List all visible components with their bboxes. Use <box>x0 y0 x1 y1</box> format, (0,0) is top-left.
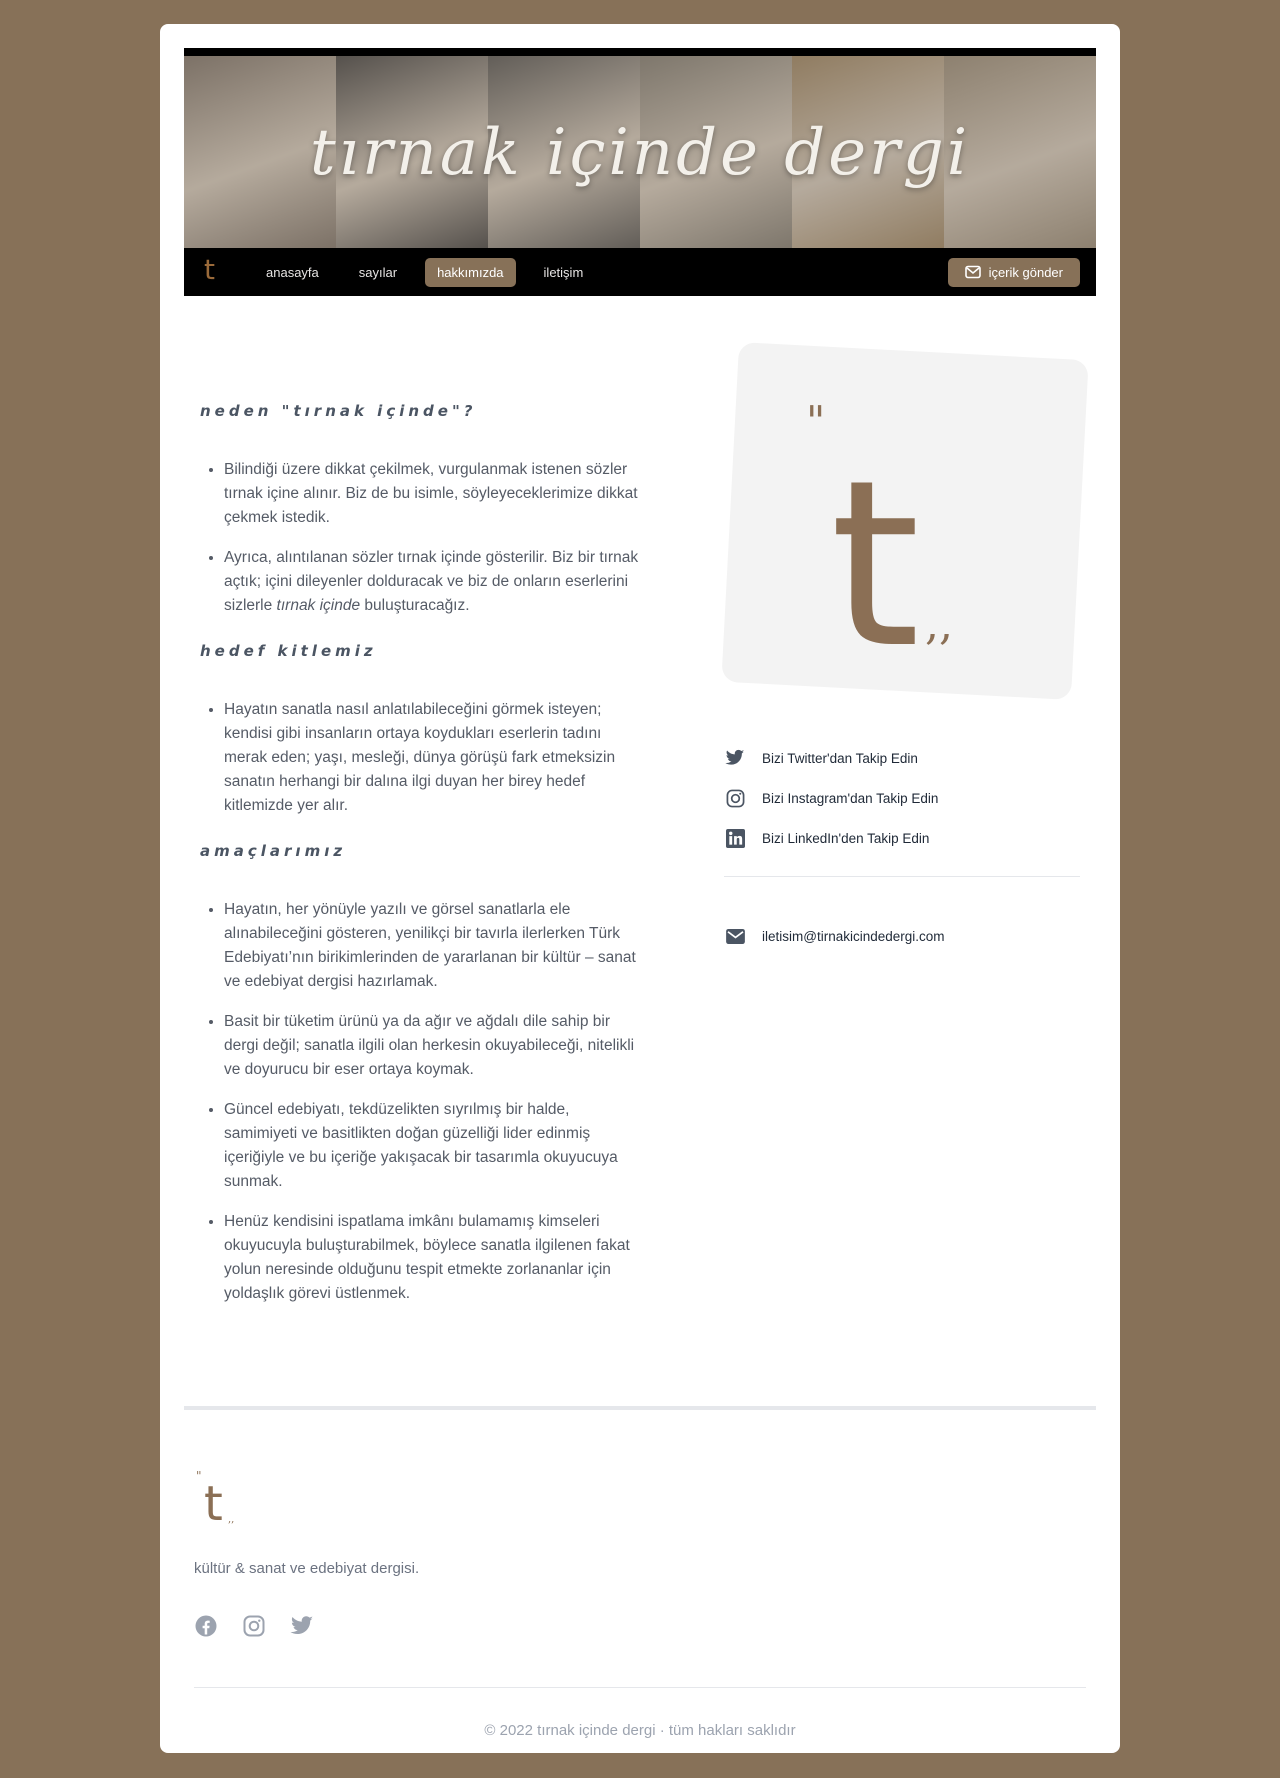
footer-tagline: kültür & sanat ve edebiyat dergisi. <box>194 1560 420 1577</box>
nav-item-iletisim[interactable]: iletişim <box>532 258 596 287</box>
list-item: Hayatın, her yönüyle yazılı ve görsel sa… <box>224 898 645 994</box>
nav-logo-text: t <box>204 253 215 286</box>
list-item: Bilindiği üzere dikkat çekilmek, vurgula… <box>224 458 645 530</box>
section-goals: amaçlarımız Hayatın, her yönüyle yazılı … <box>200 842 645 1306</box>
sidebar-divider <box>724 876 1080 877</box>
footer-social-links <box>194 1614 314 1638</box>
nav-item-anasayfa[interactable]: anasayfa <box>254 258 331 287</box>
instagram-link[interactable]: Bizi Instagram'dan Takip Edin <box>724 778 1080 818</box>
list-item: Henüz kendisini ispatlama imkânı bulamam… <box>224 1210 645 1306</box>
svg-text:t: t <box>830 432 920 664</box>
instagram-icon[interactable] <box>242 1614 266 1638</box>
linkedin-link[interactable]: Bizi LinkedIn'den Takip Edin <box>724 818 1080 858</box>
section-heading: neden "tırnak içinde"? <box>200 402 477 420</box>
nav-item-sayilar[interactable]: sayılar <box>347 258 409 287</box>
linkedin-link-label: Bizi LinkedIn'den Takip Edin <box>762 830 930 846</box>
main-nav: t anasayfa sayılar hakkımızda iletişim i… <box>184 248 1096 296</box>
brand-logo: " t ,, <box>806 397 953 664</box>
twitter-link-label: Bizi Twitter'dan Takip Edin <box>762 750 918 766</box>
svg-text:,,: ,, <box>925 599 953 650</box>
twitter-link[interactable]: Bizi Twitter'dan Takip Edin <box>724 738 1080 778</box>
nav-item-hakkimizda[interactable]: hakkımızda <box>425 257 516 287</box>
list-item: Güncel edebiyatı, tekdüzelikten sıyrılmı… <box>224 1098 645 1194</box>
instagram-link-label: Bizi Instagram'dan Takip Edin <box>762 790 939 806</box>
section-target-audience: hedef kitlemiz Hayatın sanatla nasıl anl… <box>200 642 645 818</box>
svg-text:t: t <box>204 1476 223 1528</box>
social-links: Bizi Twitter'dan Takip Edin Bizi Instagr… <box>724 738 1080 858</box>
email-link[interactable]: iletisim@tirnakicindedergi.com <box>724 925 945 947</box>
list-item: Hayatın sanatla nasıl anlatılabileceğini… <box>224 698 645 818</box>
footer-divider <box>184 1406 1096 1410</box>
email-address: iletisim@tirnakicindedergi.com <box>762 928 945 944</box>
section-heading: hedef kitlemiz <box>200 642 377 660</box>
envelope-icon <box>724 925 746 947</box>
list-item: Basit bir tüketim ürünü ya da ağır ve ağ… <box>224 1010 645 1082</box>
twitter-icon <box>724 747 746 769</box>
header-banner: tırnak içinde dergi <box>184 48 1096 248</box>
mail-icon <box>964 265 981 279</box>
about-content: neden "tırnak içinde"? Bilindiği üzere d… <box>200 354 645 1330</box>
twitter-icon[interactable] <box>290 1614 314 1638</box>
copyright-text: © 2022 tırnak içinde dergi · tüm hakları… <box>484 1722 796 1739</box>
submit-content-label: içerik gönder <box>988 264 1063 280</box>
banner-title: tırnak içinde dergi <box>309 116 971 190</box>
footer-logo[interactable]: " t ,, <box>194 1468 244 1528</box>
svg-text:": " <box>196 1469 202 1483</box>
list-item: Ayrıca, alıntılanan sözler tırnak içinde… <box>224 546 645 618</box>
nav-logo[interactable]: t <box>204 256 226 284</box>
facebook-icon[interactable] <box>194 1614 218 1638</box>
svg-text:,,: ,, <box>228 1514 234 1525</box>
section-heading: amaçlarımız <box>200 842 347 860</box>
section-why-name: neden "tırnak içinde"? Bilindiği üzere d… <box>200 402 645 618</box>
svg-text:": " <box>806 397 825 446</box>
page-card: tırnak içinde dergi t anasayfa sayılar h… <box>160 24 1120 1753</box>
footer-bottom-divider <box>194 1687 1086 1688</box>
submit-content-button[interactable]: içerik gönder <box>947 257 1080 287</box>
instagram-icon <box>724 787 746 809</box>
linkedin-icon <box>724 827 746 849</box>
